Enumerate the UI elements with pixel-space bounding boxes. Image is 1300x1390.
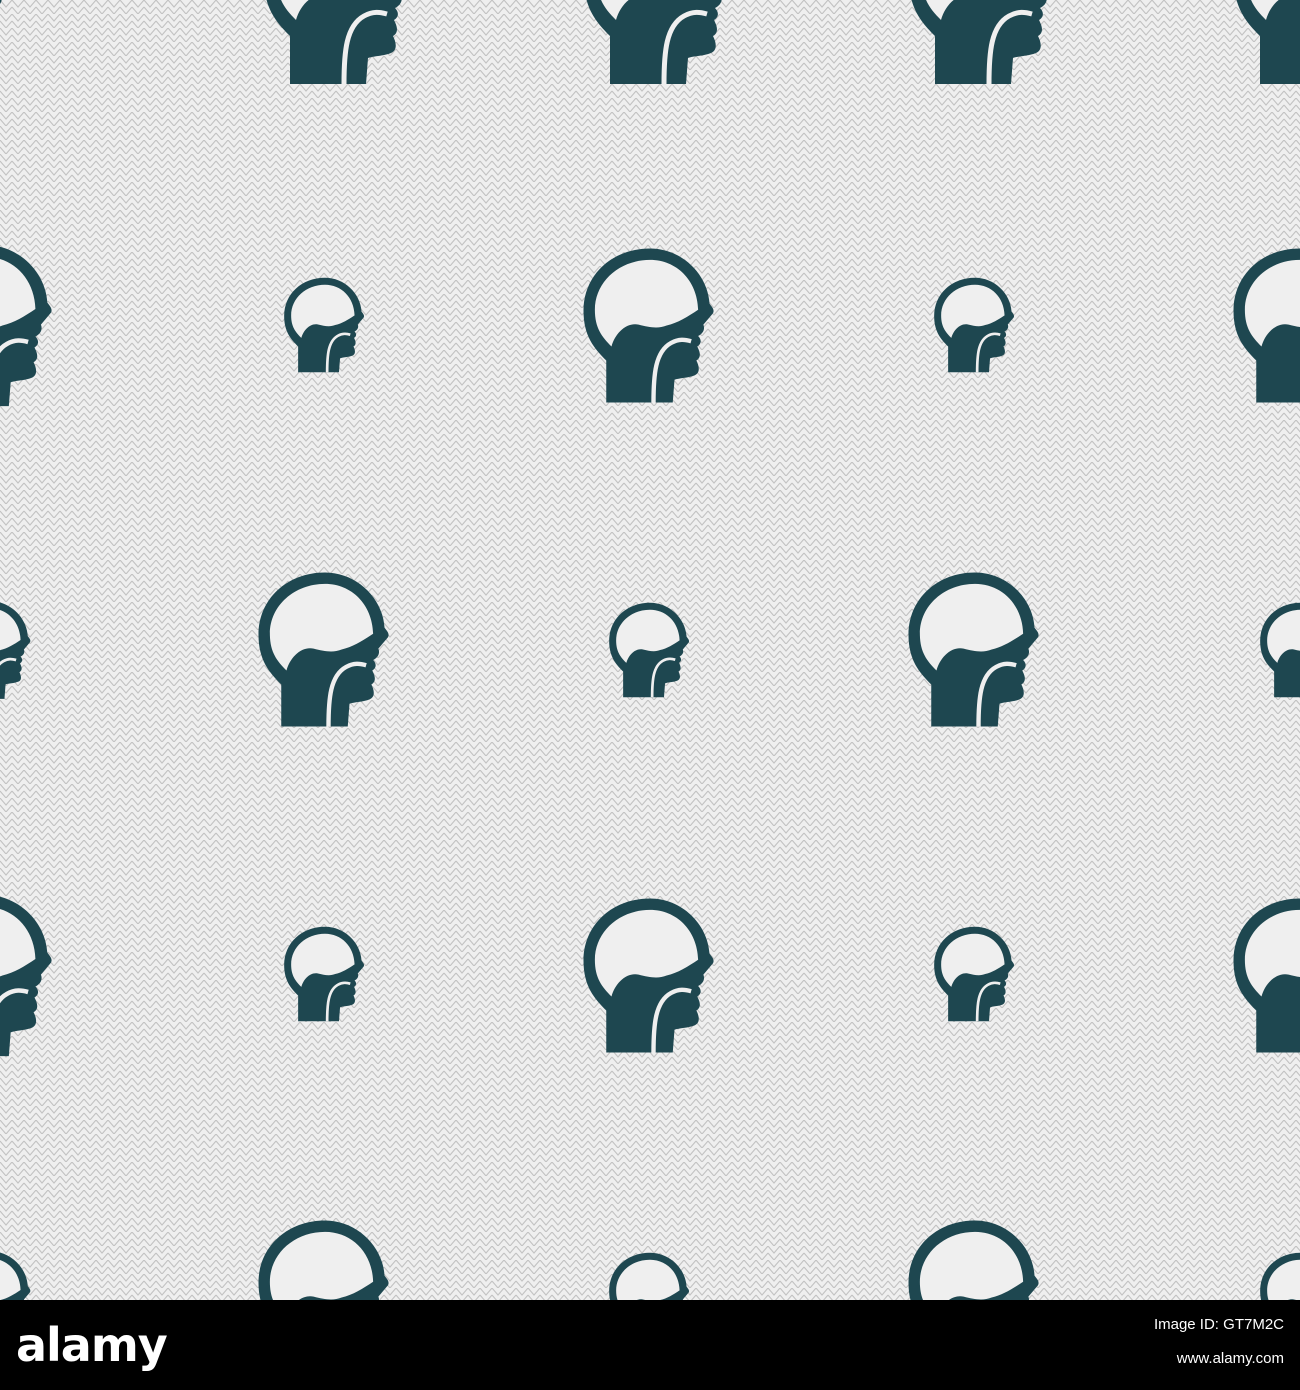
head-brain-throat-icon (909, 573, 1039, 727)
head-brain-throat-icon (0, 895, 52, 1056)
site-url-label: www.alamy.com (1176, 1350, 1284, 1367)
head-brain-throat-icon (0, 600, 32, 700)
image-id-label: Image ID: GT7M2C (1153, 1316, 1284, 1333)
head-brain-throat-icon (1234, 899, 1300, 1053)
head-brain-throat-icon (584, 0, 733, 84)
stock-watermark-bar: alamy Image ID: GT7M2C www.alamy.com (0, 1300, 1300, 1390)
head-icon-pattern (0, 0, 1300, 1300)
seamless-pattern-image (0, 0, 1300, 1300)
head-brain-throat-icon (0, 245, 52, 406)
head-brain-throat-icon (607, 1251, 691, 1300)
head-brain-throat-icon (932, 276, 1016, 374)
head-brain-throat-icon (607, 601, 691, 699)
head-brain-throat-icon (1234, 249, 1300, 403)
head-brain-throat-icon (584, 249, 714, 403)
head-brain-throat-icon (0, 0, 13, 84)
head-brain-throat-icon (0, 1250, 32, 1300)
head-brain-throat-icon (584, 899, 714, 1053)
head-brain-throat-icon (282, 276, 366, 374)
head-brain-throat-icon (282, 925, 366, 1023)
head-brain-throat-icon (1258, 1251, 1300, 1300)
alamy-logo: alamy (16, 1318, 168, 1372)
head-brain-throat-icon (259, 573, 389, 727)
head-brain-throat-icon (1234, 0, 1300, 84)
head-brain-throat-icon (932, 925, 1016, 1023)
head-brain-throat-icon (1258, 601, 1300, 699)
head-brain-throat-icon (909, 1221, 1039, 1301)
head-brain-throat-icon (259, 1221, 389, 1301)
head-brain-throat-icon (264, 0, 413, 84)
head-brain-throat-icon (909, 0, 1058, 84)
